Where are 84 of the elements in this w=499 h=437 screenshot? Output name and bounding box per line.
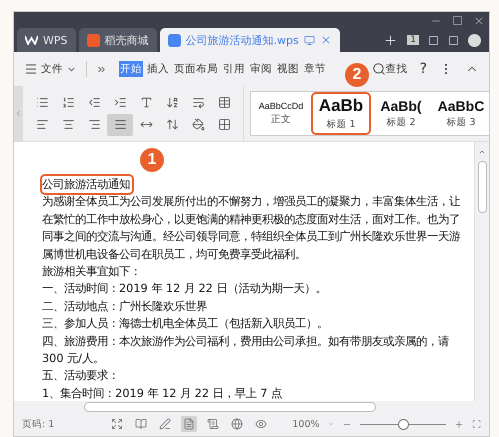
window-tab[interactable]: 公司旅游活动通知.wps — [160, 28, 340, 52]
numbered-list-icon[interactable] — [62, 96, 74, 109]
ribbon-tab[interactable]: 页面布局 — [173, 61, 219, 77]
outline-view-icon[interactable] — [206, 418, 219, 430]
eye-icon[interactable] — [254, 418, 267, 430]
style-preview: AaBbCcDd — [258, 101, 304, 111]
search-label[interactable]: 查找 — [386, 62, 408, 76]
help-button[interactable]: ? — [420, 61, 427, 77]
tab-label: 公司旅游活动通知.wps — [186, 32, 299, 48]
document-line: 为感谢全体员工为公司发展所付出的不懈努力，增强员工的凝聚力，丰富集体生活，让 — [42, 194, 460, 210]
ribbon-tab[interactable]: 插入 — [146, 61, 170, 77]
style-preview: AaBb — [318, 96, 364, 116]
style-name: 标题 2 — [386, 116, 416, 129]
border-grid-icon[interactable] — [218, 118, 230, 131]
square-icon[interactable] — [428, 34, 439, 46]
ribbon-tab[interactable]: 开始 — [119, 61, 143, 77]
document-line: 1、集合时间：2019 年 12 月 22 日，早上 7 点 — [42, 386, 282, 401]
zoom-slider[interactable] — [360, 418, 446, 430]
search-icon[interactable] — [372, 62, 386, 76]
style-preset[interactable]: AaBbCcDd 正文 — [251, 92, 311, 135]
pen-icon[interactable] — [158, 418, 171, 430]
window-tab[interactable]: 稻壳商城 — [78, 28, 156, 52]
document-line: 三、参加人员：海德士机电全体员工（包括新入职员工）。 — [42, 316, 328, 332]
slider-thumb[interactable] — [398, 418, 409, 430]
line-spacing-icon[interactable] — [166, 118, 178, 131]
ribbon-tab[interactable]: 视图 — [276, 61, 300, 77]
document-line: 五、活动要求： — [42, 368, 119, 384]
align-right-icon[interactable] — [88, 118, 100, 131]
style-name: 标题 3 — [446, 116, 476, 129]
style-preview: AaBbC — [438, 98, 484, 114]
globe-icon[interactable] — [230, 418, 243, 430]
close-icon[interactable] — [473, 15, 485, 27]
document-line: 旅游相关事宜如下： — [42, 264, 141, 280]
increase-indent-icon[interactable] — [114, 96, 126, 109]
maximize-icon[interactable] — [452, 15, 463, 26]
style-preset[interactable]: AaBbC 标题 3 — [431, 92, 489, 135]
close-icon[interactable] — [320, 34, 332, 46]
style-preset[interactable]: AaBb( 标题 2 — [371, 92, 431, 135]
flame-logo-icon — [86, 34, 100, 46]
w-logo-icon — [25, 35, 38, 45]
style-preview: AaBb( — [380, 98, 422, 114]
tab-label: 稻壳商城 — [104, 32, 148, 48]
file-menu[interactable]: 文件 — [41, 62, 63, 76]
window-count[interactable]: 1 — [407, 35, 419, 45]
text-icon[interactable] — [140, 96, 152, 109]
table-icon[interactable] — [218, 96, 230, 109]
scroll-up-icon[interactable] — [478, 148, 486, 156]
style-name: 标题 1 — [326, 118, 356, 131]
ribbon-tab[interactable]: 章节 — [303, 61, 327, 77]
align-center-icon[interactable] — [62, 118, 74, 131]
fit-icon[interactable] — [472, 418, 482, 430]
align-left-icon[interactable] — [36, 118, 48, 131]
wrap-icon[interactable] — [192, 96, 204, 109]
scrollbar-thumb[interactable] — [478, 161, 486, 213]
monitor-icon[interactable] — [304, 34, 315, 46]
ribbon-tab[interactable]: 审阅 — [249, 61, 273, 77]
document-icon — [168, 34, 180, 46]
document-line: 四、旅游费用：本次旅游作为公司福利，费用由公司承担。如有带朋友或亲属的，请 — [42, 334, 449, 350]
zoom-level[interactable]: 100% — [292, 418, 320, 430]
page-view-icon[interactable] — [182, 418, 195, 430]
window-tab[interactable]: WPS — [17, 28, 76, 52]
document-heading: 公司旅游活动通知 — [42, 176, 132, 194]
document-line: 300 元/人。 — [42, 351, 104, 368]
avatar[interactable] — [468, 34, 481, 46]
menu-icon[interactable] — [24, 62, 38, 76]
document-line: 一、活动时间：2019 年 12 月 22 日（活动为期一天）。 — [42, 281, 326, 298]
sort-icon[interactable] — [166, 96, 178, 109]
book-icon[interactable] — [134, 418, 147, 430]
style-preset[interactable]: AaBb 标题 1 — [311, 92, 371, 135]
paint-bucket-icon[interactable] — [192, 118, 204, 131]
scrollbar-thumb[interactable] — [84, 402, 376, 412]
document-line: 在繁忙的工作中放松身心，以更饱满的精神更积极的态度面对生活，面对工作。也为了 — [42, 212, 460, 228]
decrease-indent-icon[interactable] — [88, 96, 100, 109]
page-number: 页码: 1 — [22, 418, 54, 430]
document-line: 二、活动地点：广州长隆欢乐世界 — [42, 298, 207, 315]
document-line: 同事之间的交流与沟通。经公司领导同意，特组织全体员工到广州长隆欢乐世界一天游 — [42, 229, 460, 246]
new-tab-icon[interactable] — [383, 32, 398, 48]
justify-icon[interactable] — [114, 118, 126, 131]
fullscreen-icon[interactable] — [110, 418, 123, 430]
document-line: 属博世机电设备公司在职员工，均可免费享受此福利。 — [42, 246, 306, 263]
ribbon-tab[interactable]: 引用 — [222, 61, 246, 77]
square-icon[interactable] — [448, 34, 459, 46]
style-name: 正文 — [271, 113, 291, 126]
tab-label: WPS — [43, 34, 68, 46]
